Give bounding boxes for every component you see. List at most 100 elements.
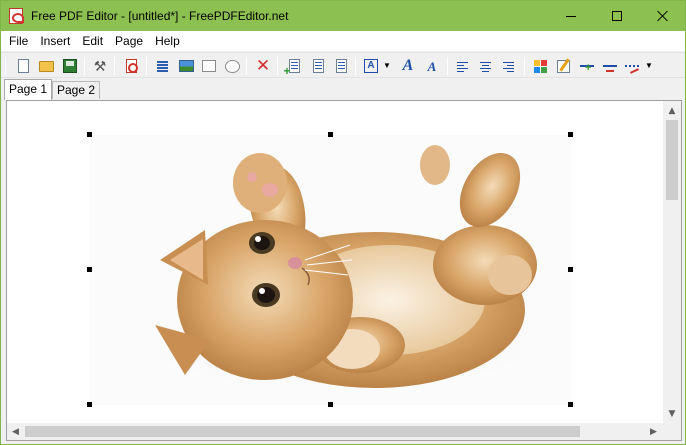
- tools-icon: ⚒: [93, 58, 107, 74]
- insert-image-button[interactable]: [176, 56, 196, 76]
- title-bar[interactable]: Free PDF Editor - [untitled*] - FreePDFE…: [1, 1, 685, 31]
- tab-page-1[interactable]: Page 1: [4, 79, 53, 100]
- close-button[interactable]: [640, 1, 686, 31]
- maximize-icon: [612, 11, 622, 21]
- minimize-button[interactable]: [548, 1, 594, 31]
- toolbar-separator: [84, 57, 85, 75]
- scroll-left-icon[interactable]: ◀: [7, 423, 24, 440]
- resize-handle-bottom-left[interactable]: [87, 402, 92, 407]
- toolbar-separator: [246, 57, 247, 75]
- menu-help[interactable]: Help: [149, 31, 186, 51]
- align-left-icon: [456, 61, 468, 72]
- horizontal-scroll-thumb[interactable]: [25, 426, 580, 437]
- font-picker-icon: A: [364, 59, 378, 73]
- open-document-button[interactable]: [36, 56, 56, 76]
- scroll-up-icon[interactable]: ▲: [663, 102, 681, 119]
- vertical-scrollbar[interactable]: ▲ ▼: [663, 101, 681, 423]
- align-left-button[interactable]: [452, 56, 472, 76]
- font-style-icon: A: [402, 57, 414, 74]
- resize-handle-left[interactable]: [87, 267, 92, 272]
- add-line-icon: [580, 63, 594, 74]
- font-color-icon: A: [427, 58, 437, 74]
- menu-page[interactable]: Page: [109, 31, 149, 51]
- image-icon: [178, 60, 194, 72]
- page-content-button[interactable]: [331, 56, 351, 76]
- toolbar: ⚒ ✕ A ▼ A A: [1, 52, 685, 78]
- scrollbar-corner: [663, 423, 681, 440]
- menu-edit[interactable]: Edit: [76, 31, 109, 51]
- color-grid-button[interactable]: [530, 56, 550, 76]
- close-icon: [657, 10, 669, 22]
- resize-handle-right[interactable]: [568, 267, 573, 272]
- remove-line-button[interactable]: [600, 56, 620, 76]
- scroll-right-icon[interactable]: ▶: [645, 423, 662, 440]
- line-style-icon: [625, 65, 639, 67]
- selected-image-object[interactable]: [87, 132, 573, 407]
- add-page-icon: [284, 59, 300, 78]
- resize-handle-top-right[interactable]: [568, 132, 573, 137]
- remove-line-icon: [603, 65, 617, 72]
- tab-page-2[interactable]: Page 2: [52, 81, 101, 99]
- ellipse-icon: [224, 59, 240, 73]
- minimize-icon: [566, 15, 576, 17]
- add-line-button[interactable]: [577, 56, 597, 76]
- add-page-button[interactable]: [284, 56, 304, 78]
- text-lines-icon: [156, 60, 168, 72]
- menu-bar: File Insert Edit Page Help: [1, 31, 685, 51]
- chevron-down-icon: ▼: [645, 61, 653, 70]
- toolbar-separator: [524, 57, 525, 75]
- resize-handle-bottom-right[interactable]: [568, 402, 573, 407]
- resize-handle-top[interactable]: [328, 132, 333, 137]
- toolbar-separator: [5, 57, 6, 75]
- window-title: Free PDF Editor - [untitled*] - FreePDFE…: [31, 9, 289, 23]
- app-window: Free PDF Editor - [untitled*] - FreePDFE…: [0, 0, 686, 445]
- vertical-scroll-thumb[interactable]: [666, 120, 678, 200]
- edit-pencil-icon: [556, 59, 570, 73]
- toolbar-separator: [355, 57, 356, 75]
- settings-tools-button[interactable]: ⚒: [90, 56, 110, 76]
- page-content-icon: [335, 59, 347, 73]
- folder-open-icon: [38, 60, 54, 72]
- rectangle-icon: [202, 60, 216, 72]
- delete-x-icon: ✕: [255, 55, 271, 76]
- insert-rectangle-button[interactable]: [199, 56, 219, 76]
- maximize-button[interactable]: [594, 1, 640, 31]
- horizontal-scrollbar[interactable]: ◀ ▶: [7, 423, 663, 440]
- save-icon: [63, 59, 77, 73]
- menu-insert[interactable]: Insert: [34, 31, 76, 51]
- insert-ellipse-button[interactable]: [222, 56, 242, 76]
- align-center-icon: [479, 61, 491, 72]
- align-right-button[interactable]: [498, 56, 518, 76]
- resize-handle-top-left[interactable]: [87, 132, 92, 137]
- page-canvas[interactable]: ▲ ▼ ◀ ▶: [6, 100, 682, 441]
- line-style-dropdown[interactable]: ▼: [643, 56, 655, 76]
- scroll-down-icon[interactable]: ▼: [663, 405, 681, 422]
- chevron-down-icon: ▼: [383, 61, 391, 70]
- page-properties-icon: [312, 59, 324, 73]
- new-document-icon: [17, 59, 29, 73]
- toolbar-separator: [447, 57, 448, 75]
- resize-handle-bottom[interactable]: [328, 402, 333, 407]
- font-color-button[interactable]: A: [422, 56, 442, 76]
- edit-object-button[interactable]: [553, 56, 573, 76]
- page-properties-button[interactable]: [308, 56, 328, 76]
- font-picker-button[interactable]: A: [361, 56, 381, 76]
- line-style-button[interactable]: [622, 56, 642, 76]
- new-document-button[interactable]: [13, 56, 33, 76]
- toolbar-separator: [146, 57, 147, 75]
- kitten-photo[interactable]: [90, 135, 571, 405]
- align-center-button[interactable]: [475, 56, 495, 76]
- export-pdf-button[interactable]: [121, 56, 141, 76]
- menu-file[interactable]: File: [3, 31, 34, 51]
- pdf-app-icon: [9, 8, 24, 24]
- delete-button[interactable]: ✕: [253, 56, 273, 76]
- pdf-icon: [125, 59, 138, 73]
- font-style-button[interactable]: A: [398, 56, 418, 76]
- align-right-icon: [502, 61, 514, 72]
- font-picker-dropdown[interactable]: ▼: [381, 56, 393, 76]
- insert-text-button[interactable]: [152, 56, 172, 76]
- toolbar-separator: [277, 57, 278, 75]
- save-document-button[interactable]: [60, 56, 80, 76]
- page-tabs: Page 1 Page 2: [1, 79, 685, 100]
- toolbar-separator: [114, 57, 115, 75]
